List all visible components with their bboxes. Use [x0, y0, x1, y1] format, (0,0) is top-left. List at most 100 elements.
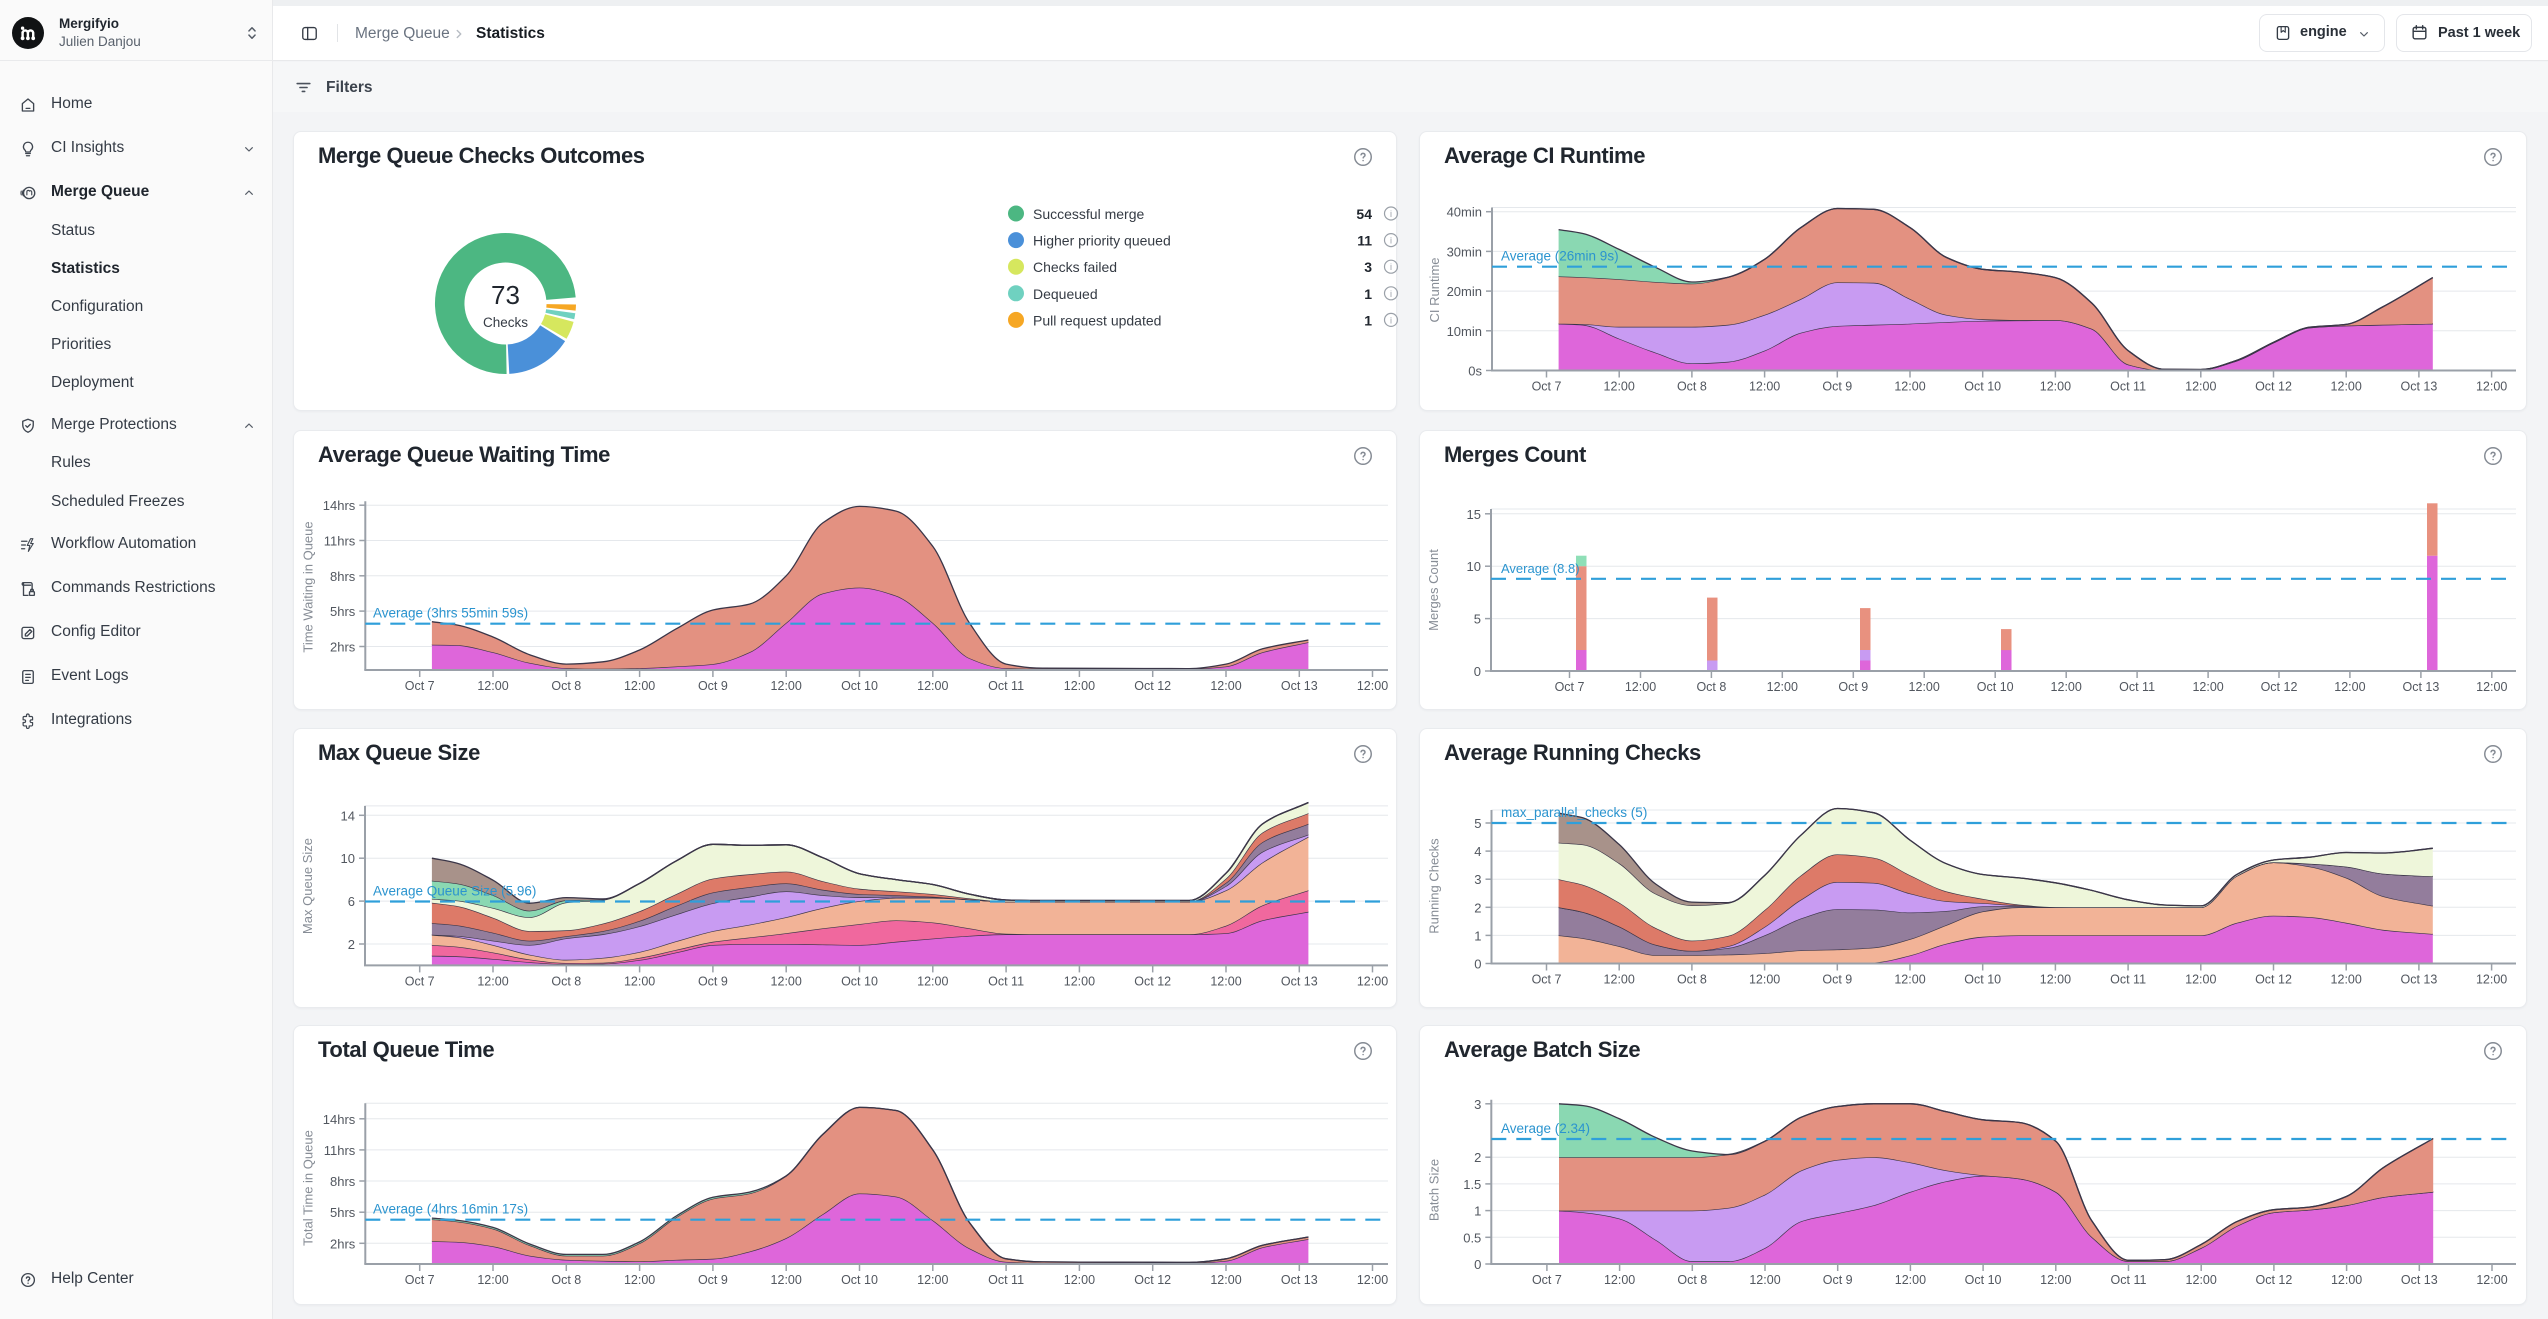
svg-text:12:00: 12:00	[2185, 973, 2216, 987]
svg-text:Average (2.34): Average (2.34)	[1501, 1121, 1590, 1136]
svg-text:12:00: 12:00	[477, 679, 508, 693]
svg-text:Average (3hrs 55min 59s): Average (3hrs 55min 59s)	[373, 606, 528, 621]
svg-text:Oct 9: Oct 9	[698, 974, 728, 988]
svg-text:2: 2	[1474, 1150, 1481, 1165]
svg-text:12:00: 12:00	[771, 1273, 802, 1287]
svg-text:12:00: 12:00	[1749, 973, 1780, 987]
svg-text:15: 15	[1467, 507, 1481, 522]
svg-text:Oct 9: Oct 9	[698, 679, 728, 693]
svg-text:2: 2	[1474, 900, 1481, 915]
svg-text:1: 1	[1364, 286, 1372, 302]
svg-text:Batch Size: Batch Size	[1426, 1159, 1441, 1221]
svg-text:i: i	[1390, 262, 1392, 272]
svg-text:14: 14	[341, 808, 355, 823]
svg-text:12:00: 12:00	[1767, 680, 1798, 694]
svg-text:12:00: 12:00	[2040, 380, 2071, 394]
svg-text:12:00: 12:00	[1895, 1273, 1926, 1287]
svg-text:12:00: 12:00	[2186, 1273, 2217, 1287]
svg-text:Oct 7: Oct 7	[1532, 380, 1562, 394]
svg-text:Oct 12: Oct 12	[1134, 974, 1171, 988]
svg-text:Oct 13: Oct 13	[2402, 680, 2439, 694]
svg-text:Oct 13: Oct 13	[1281, 679, 1318, 693]
svg-text:4: 4	[1474, 844, 1481, 859]
svg-text:12:00: 12:00	[2040, 973, 2071, 987]
svg-text:Max Queue Size: Max Queue Size	[300, 838, 315, 934]
svg-text:Oct 7: Oct 7	[405, 1273, 435, 1287]
svg-text:Dequeued: Dequeued	[1033, 286, 1098, 302]
svg-text:i: i	[1390, 236, 1392, 246]
svg-text:0s: 0s	[1468, 364, 1482, 379]
svg-text:Oct 8: Oct 8	[1677, 973, 1707, 987]
svg-text:Oct 9: Oct 9	[1823, 1273, 1853, 1287]
svg-text:0: 0	[1474, 1257, 1481, 1272]
svg-text:11hrs: 11hrs	[324, 1143, 356, 1158]
svg-text:2hrs: 2hrs	[330, 1236, 356, 1251]
svg-text:Oct 10: Oct 10	[1965, 1273, 2002, 1287]
svg-text:12:00: 12:00	[2051, 680, 2082, 694]
svg-text:12:00: 12:00	[1064, 679, 1095, 693]
svg-text:3: 3	[1474, 872, 1481, 887]
svg-text:12:00: 12:00	[477, 974, 508, 988]
svg-text:12:00: 12:00	[1894, 380, 1925, 394]
svg-text:5: 5	[1474, 816, 1481, 831]
svg-text:max_parallel_checks (5): max_parallel_checks (5)	[1501, 805, 1647, 820]
svg-text:12:00: 12:00	[917, 1273, 948, 1287]
svg-text:i: i	[1390, 209, 1392, 219]
svg-text:12:00: 12:00	[1357, 974, 1388, 988]
svg-text:12:00: 12:00	[1894, 973, 1925, 987]
svg-text:Oct 12: Oct 12	[1134, 679, 1171, 693]
svg-text:CI Runtime: CI Runtime	[1427, 257, 1442, 322]
svg-text:12:00: 12:00	[2331, 380, 2362, 394]
svg-text:Oct 8: Oct 8	[1696, 680, 1726, 694]
svg-text:3: 3	[1474, 1097, 1481, 1112]
svg-text:12:00: 12:00	[477, 1273, 508, 1287]
svg-text:5: 5	[1474, 612, 1481, 627]
svg-text:1: 1	[1474, 928, 1481, 943]
svg-text:Merges Count: Merges Count	[1426, 549, 1441, 631]
svg-text:12:00: 12:00	[1625, 680, 1656, 694]
svg-text:Oct 10: Oct 10	[841, 974, 878, 988]
svg-text:12:00: 12:00	[1064, 974, 1095, 988]
svg-text:Checks: Checks	[483, 315, 528, 330]
svg-text:Oct 10: Oct 10	[1964, 973, 2001, 987]
svg-text:Oct 13: Oct 13	[2400, 973, 2437, 987]
svg-text:1.5: 1.5	[1463, 1177, 1481, 1192]
svg-text:1: 1	[1474, 1204, 1481, 1219]
svg-text:12:00: 12:00	[1210, 679, 1241, 693]
svg-text:Oct 7: Oct 7	[405, 679, 435, 693]
svg-text:0: 0	[1474, 957, 1481, 972]
svg-text:12:00: 12:00	[2331, 973, 2362, 987]
svg-text:54: 54	[1356, 206, 1372, 222]
svg-text:8hrs: 8hrs	[330, 569, 356, 584]
svg-text:Oct 11: Oct 11	[2110, 380, 2146, 394]
svg-text:5hrs: 5hrs	[330, 1205, 356, 1220]
svg-text:12:00: 12:00	[1604, 973, 1635, 987]
svg-text:73: 73	[491, 280, 520, 310]
svg-text:12:00: 12:00	[2476, 380, 2507, 394]
svg-text:12:00: 12:00	[1357, 679, 1388, 693]
svg-text:Oct 12: Oct 12	[2255, 1273, 2292, 1287]
svg-text:12:00: 12:00	[1749, 1273, 1780, 1287]
svg-text:12:00: 12:00	[1064, 1273, 1095, 1287]
svg-text:Oct 7: Oct 7	[1555, 680, 1585, 694]
svg-text:8hrs: 8hrs	[330, 1174, 356, 1189]
svg-text:2hrs: 2hrs	[330, 640, 356, 655]
svg-text:12:00: 12:00	[1357, 1273, 1388, 1287]
svg-text:1: 1	[1364, 312, 1372, 328]
svg-text:10: 10	[1467, 559, 1481, 574]
svg-text:Successful merge: Successful merge	[1033, 206, 1144, 222]
svg-text:12:00: 12:00	[1749, 380, 1780, 394]
svg-text:Oct 13: Oct 13	[2401, 1273, 2438, 1287]
svg-text:Oct 10: Oct 10	[1977, 680, 2014, 694]
svg-text:Oct 12: Oct 12	[2255, 973, 2292, 987]
svg-text:Oct 9: Oct 9	[1838, 680, 1868, 694]
svg-text:12:00: 12:00	[624, 1273, 655, 1287]
svg-text:Average (4hrs 16min 17s): Average (4hrs 16min 17s)	[373, 1202, 528, 1217]
svg-text:12:00: 12:00	[2331, 1273, 2362, 1287]
svg-text:Oct 7: Oct 7	[405, 974, 435, 988]
svg-text:Oct 13: Oct 13	[1281, 974, 1318, 988]
svg-text:12:00: 12:00	[771, 974, 802, 988]
svg-text:12:00: 12:00	[2185, 380, 2216, 394]
svg-text:Pull request updated: Pull request updated	[1033, 312, 1161, 328]
svg-text:12:00: 12:00	[2192, 680, 2223, 694]
